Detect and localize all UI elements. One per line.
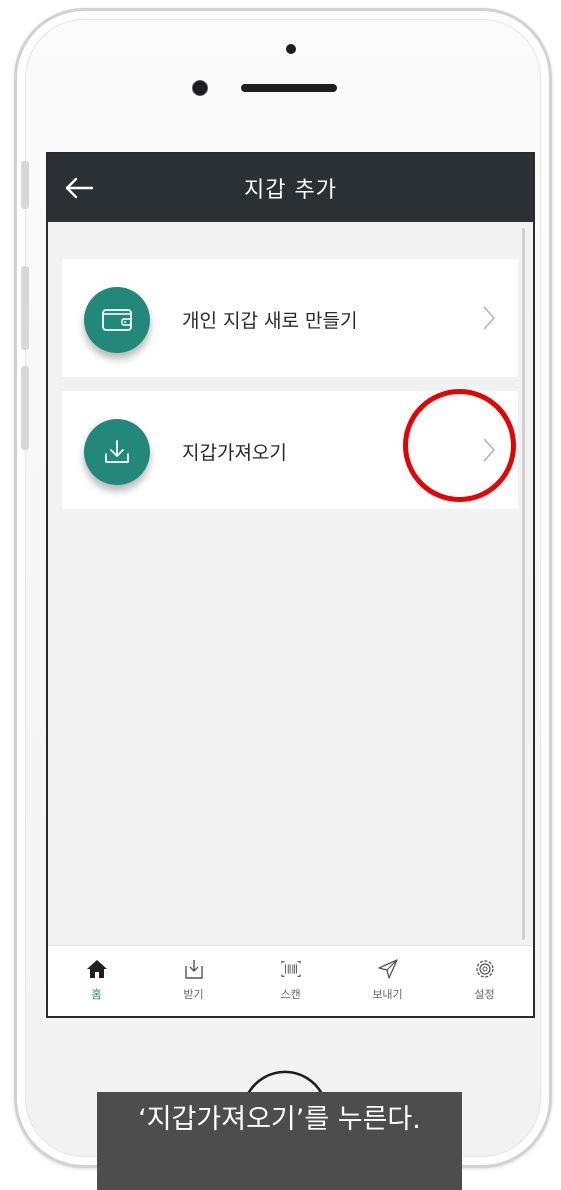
create-wallet-button[interactable]: 개인 지갑 새로 만들기 (62, 259, 518, 377)
nav-home[interactable]: 홈 (48, 946, 145, 1016)
nav-send[interactable]: 보내기 (339, 946, 436, 1016)
side-button (21, 366, 29, 450)
nav-receive-label: 받기 (183, 988, 204, 1001)
scrollbar[interactable] (522, 228, 525, 940)
page-title: 지갑 추가 (244, 178, 337, 203)
home-icon (86, 958, 108, 980)
nav-scan[interactable]: 스캔 (242, 946, 339, 1016)
front-sensor (286, 44, 296, 54)
earpiece-speaker (241, 84, 337, 92)
create-wallet-label: 개인 지갑 새로 만들기 (182, 310, 358, 332)
nav-settings-label: 설정 (474, 988, 495, 1001)
nav-send-label: 보내기 (372, 988, 403, 1001)
barcode-scan-icon (280, 958, 302, 980)
side-button (21, 161, 29, 209)
nav-home-label: 홈 (91, 988, 102, 1001)
home-button[interactable] (240, 1028, 330, 1098)
side-button (21, 266, 29, 350)
highlight-circle (403, 389, 516, 502)
back-arrow-icon (65, 177, 94, 199)
import-wallet-label: 지갑가져오기 (182, 442, 287, 464)
nav-receive[interactable]: 받기 (145, 946, 242, 1016)
wallet-icon (84, 287, 150, 353)
nav-settings[interactable]: 설정 (436, 946, 533, 1016)
send-icon (377, 958, 399, 980)
back-button[interactable] (62, 172, 96, 204)
bottom-navigation: 홈 받기 스캔 보내기 설정 (48, 945, 533, 1016)
app-screen: 지갑 추가 개인 지갑 새로 만들기 지갑가져오기 홈 받기 스캔 보내기 설정 (46, 152, 535, 1018)
front-camera (193, 81, 207, 95)
receive-icon (183, 958, 205, 980)
instruction-caption: ‘지갑가져오기’를 누른다. (97, 1092, 462, 1190)
app-bar: 지갑 추가 (48, 154, 533, 222)
nav-scan-label: 스캔 (280, 988, 301, 1001)
download-icon (84, 419, 150, 485)
chevron-right-icon (483, 306, 496, 330)
gear-icon (474, 958, 496, 980)
